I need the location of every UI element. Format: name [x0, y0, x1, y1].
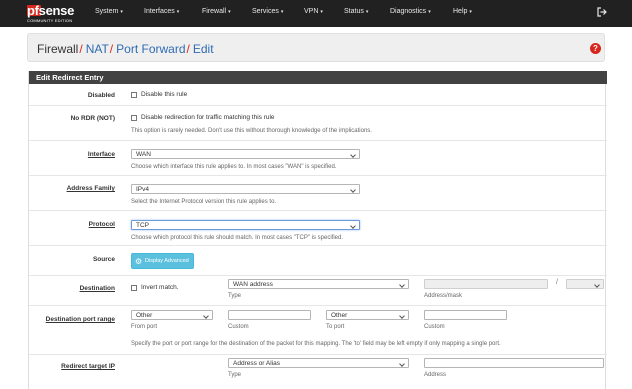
port-range-help: Specify the port or port range for the d… [131, 341, 501, 347]
from-port-caption: From port [131, 324, 158, 330]
destination-type-caption: Type [228, 293, 242, 299]
label-protocol: Protocol [88, 221, 115, 228]
nav-system[interactable]: System ▾ [95, 8, 123, 15]
label-destination-port-range: Destination port range [45, 316, 115, 323]
to-port-select[interactable]: Other [326, 310, 409, 320]
breadcrumb: Firewall/NAT/Port Forward/Edit [37, 42, 214, 56]
label-no-rdr: No RDR (NOT) [70, 115, 115, 122]
logout-icon[interactable] [597, 7, 607, 17]
destination-slash: / [556, 279, 558, 286]
chevron-down-icon [399, 282, 405, 288]
address-family-help: Select the Internet Protocol version thi… [131, 199, 277, 205]
panel-title: Edit Redirect Entry [36, 73, 104, 82]
from-port-custom-caption: Custom [228, 324, 249, 330]
row-no-rdr: No RDR (NOT) Disable redirection for tra… [29, 106, 607, 141]
nav-help[interactable]: Help ▾ [453, 8, 472, 15]
no-rdr-checkbox[interactable] [131, 115, 137, 121]
label-redirect-target-ip: Redirect target IP [61, 363, 115, 370]
interface-select[interactable]: WAN [131, 149, 360, 159]
chevron-down-icon: ▾ [280, 9, 284, 15]
destination-invert-text: Invert match. [141, 284, 179, 291]
chevron-down-icon [350, 187, 356, 193]
disabled-checkbox[interactable] [131, 92, 137, 98]
from-port-custom-input[interactable] [228, 310, 311, 320]
logo-brand: sense [38, 3, 75, 18]
disabled-checkbox-text: Disable this rule [141, 91, 188, 98]
destination-address-caption: Address/mask [424, 293, 463, 299]
destination-invert-checkbox[interactable] [131, 285, 137, 291]
chevron-down-icon: ▾ [320, 9, 323, 15]
row-interface: Interface WAN Choose which interface thi… [29, 141, 607, 176]
breadcrumb-root: Firewall [37, 42, 79, 56]
to-port-custom-input[interactable] [424, 310, 507, 320]
panel-heading: Edit Redirect Entry [29, 71, 607, 84]
nav-vpn[interactable]: VPN ▾ [304, 8, 323, 15]
row-destination: Destination Invert match. WAN address Ty… [29, 276, 607, 306]
row-source: Source ⚙ Display Advanced [29, 246, 607, 276]
destination-type-select[interactable]: WAN address [228, 279, 409, 289]
chevron-down-icon: ▾ [428, 9, 431, 15]
top-navbar: pfsense COMMUNITY EDITION System ▾ Interf… [0, 0, 632, 27]
protocol-select[interactable]: TCP [131, 220, 360, 230]
address-family-select[interactable]: IPv4 [131, 184, 360, 194]
from-port-select[interactable]: Other [131, 310, 213, 320]
redirect-type-caption: Type [228, 372, 242, 378]
destination-address-input[interactable] [424, 279, 548, 289]
breadcrumb-edit[interactable]: Edit [193, 42, 214, 56]
to-port-caption: To port [326, 324, 345, 330]
row-protocol: Protocol TCP Choose which protocol this … [29, 211, 607, 246]
chevron-down-icon: ▾ [469, 9, 472, 15]
edit-redirect-form: Edit Redirect Entry Disabled Disable thi… [28, 71, 607, 389]
breadcrumb-port-forward[interactable]: Port Forward [116, 42, 185, 56]
gear-icon: ⚙ [135, 257, 143, 266]
to-port-custom-caption: Custom [424, 324, 445, 330]
nav-interfaces[interactable]: Interfaces ▾ [144, 8, 179, 15]
logo-brand-prefix: pf [27, 3, 39, 18]
chevron-down-icon [203, 313, 209, 319]
help-icon[interactable]: ? [590, 43, 601, 54]
label-disabled: Disabled [87, 92, 115, 99]
redirect-address-caption: Address [424, 372, 447, 378]
label-interface: Interface [87, 151, 115, 158]
row-destination-port-range: Destination port range Other From port C… [29, 306, 607, 355]
destination-mask-select[interactable] [566, 279, 604, 289]
redirect-type-select[interactable]: Address or Alias [228, 358, 409, 368]
label-address-family: Address Family [66, 185, 115, 192]
redirect-address-input[interactable] [424, 358, 604, 368]
no-rdr-help: This option is rarely needed. Don't use … [131, 128, 372, 134]
label-source: Source [92, 256, 115, 263]
breadcrumb-panel: Firewall/NAT/Port Forward/Edit ? [27, 33, 605, 62]
chevron-down-icon [399, 361, 405, 367]
chevron-down-icon [594, 282, 600, 288]
row-redirect-target-ip: Redirect target IP Address or Alias Type… [29, 355, 607, 389]
pfsense-logo[interactable]: pfsense COMMUNITY EDITION [27, 3, 81, 25]
nav-services[interactable]: Services ▾ [252, 8, 283, 15]
no-rdr-checkbox-text: Disable redirection for traffic matching… [141, 114, 275, 121]
display-advanced-button[interactable]: ⚙ Display Advanced [131, 253, 194, 269]
chevron-down-icon [399, 313, 405, 319]
breadcrumb-nat[interactable]: NAT [86, 42, 109, 56]
chevron-down-icon [350, 223, 356, 229]
chevron-down-icon [350, 152, 356, 158]
nav-firewall[interactable]: Firewall ▾ [202, 8, 231, 15]
row-disabled: Disabled Disable this rule [29, 84, 607, 106]
logo-subtitle: COMMUNITY EDITION [27, 18, 73, 23]
chevron-down-icon: ▾ [365, 9, 369, 15]
chevron-down-icon: ▾ [176, 9, 180, 15]
interface-help: Choose which interface this rule applies… [131, 164, 337, 170]
chevron-down-icon: ▾ [228, 9, 231, 15]
nav-status[interactable]: Status ▾ [344, 8, 368, 15]
label-destination: Destination [79, 285, 115, 292]
protocol-help: Choose which protocol this rule should m… [131, 235, 344, 241]
row-address-family: Address Family IPv4 Select the Internet … [29, 176, 607, 211]
chevron-down-icon: ▾ [120, 9, 123, 15]
nav-diagnostics[interactable]: Diagnostics ▾ [390, 8, 431, 15]
